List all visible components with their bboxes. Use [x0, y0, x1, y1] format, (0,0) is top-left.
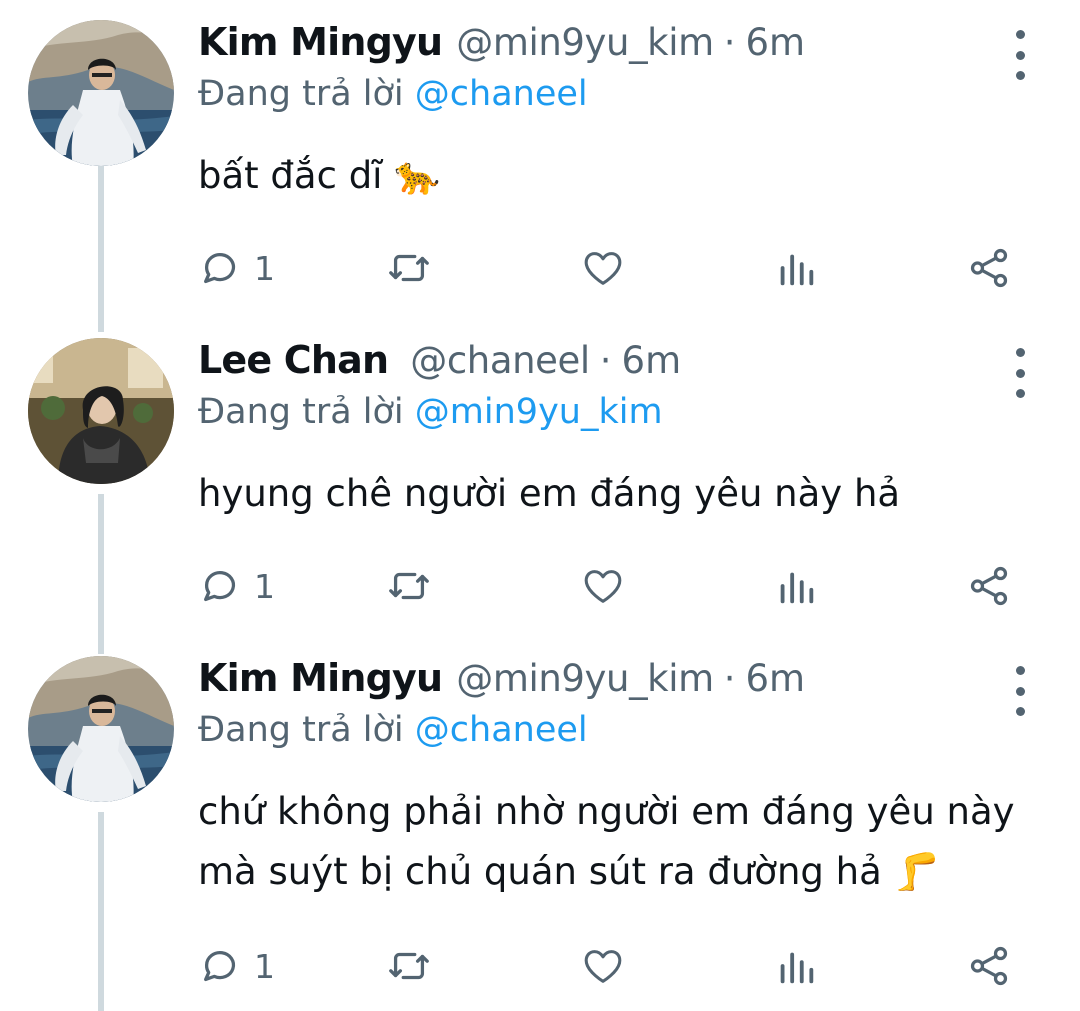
tweet-text: hyung chê người em đáng yêu này hả [198, 464, 1058, 524]
chan-avatar-image [28, 338, 174, 484]
retweet-icon [389, 572, 429, 600]
share-icon [970, 566, 1008, 606]
reply-button[interactable]: 1 [198, 238, 275, 298]
avatar[interactable] [28, 338, 174, 484]
separator-dot: · [723, 657, 736, 700]
more-options-icon[interactable] [1000, 348, 1040, 398]
replying-label: Đang trả lời [198, 74, 404, 114]
reply-button[interactable]: 1 [198, 936, 275, 996]
replying-label: Đang trả lời [198, 710, 404, 750]
retweet-button[interactable] [386, 936, 432, 996]
tweet[interactable]: Kim Mingyu @min9yu_kim · 6m Đang trả lời… [0, 656, 1080, 1011]
reply-button[interactable]: 1 [198, 556, 275, 616]
like-button[interactable] [580, 936, 626, 996]
tweet-body: Kim Mingyu @min9yu_kim · 6m Đang trả lời… [198, 20, 1080, 206]
heart-icon [584, 570, 622, 603]
more-options-icon[interactable] [1000, 30, 1040, 80]
share-button[interactable] [966, 238, 1012, 298]
reply-count: 1 [254, 566, 275, 606]
share-button[interactable] [966, 936, 1012, 996]
tweet[interactable]: Kim Mingyu @min9yu_kim · 6m Đang trả lời… [0, 20, 1080, 320]
tweet-header: Lee Chan @chaneel · 6m [198, 338, 1080, 390]
reply-icon [204, 571, 236, 602]
reply-icon [204, 951, 236, 982]
user-handle[interactable]: @min9yu_kim [456, 21, 714, 64]
like-button[interactable] [580, 556, 626, 616]
user-handle[interactable]: @min9yu_kim [456, 657, 714, 700]
separator-dot: · [599, 339, 612, 382]
retweet-button[interactable] [386, 238, 432, 298]
analytics-icon [780, 254, 814, 286]
timestamp[interactable]: 6m [746, 657, 806, 700]
mingyu-avatar-image [28, 656, 174, 802]
tweet-text: chứ không phải nhờ người em đáng yêu này… [198, 782, 1058, 902]
reply-count: 1 [254, 248, 275, 288]
reply-thread: Kim Mingyu @min9yu_kim · 6m Đang trả lời… [0, 0, 1080, 1011]
display-name[interactable]: Lee Chan [198, 338, 389, 382]
replying-to: Đang trả lời @min9yu_kim [198, 392, 1080, 444]
tweet[interactable]: Lee Chan @chaneel · 6m Đang trả lời @min… [0, 338, 1080, 638]
tweet-text: bất đắc dĩ 🐆 [198, 146, 1058, 206]
more-options-icon[interactable] [1000, 666, 1040, 716]
tweet-actions: 1 [198, 936, 1018, 996]
retweet-button[interactable] [386, 556, 432, 616]
views-button[interactable] [773, 556, 819, 616]
timestamp[interactable]: 6m [622, 339, 682, 382]
analytics-icon [780, 572, 814, 604]
avatar[interactable] [28, 656, 174, 802]
avatar[interactable] [28, 20, 174, 166]
tweet-text-line: mà suýt bị chủ quán sút ra đường hả 🦵 [198, 850, 940, 893]
analytics-icon [780, 952, 814, 984]
tweet-header: Kim Mingyu @min9yu_kim · 6m [198, 20, 1080, 72]
like-button[interactable] [580, 238, 626, 298]
share-icon [970, 248, 1008, 288]
tweet-header: Kim Mingyu @min9yu_kim · 6m [198, 656, 1080, 708]
heart-icon [584, 252, 622, 285]
display-name[interactable]: Kim Mingyu [198, 20, 443, 64]
mention-link[interactable]: @chaneel [415, 710, 588, 750]
display-name[interactable]: Kim Mingyu [198, 656, 443, 700]
tweet-text-line: chứ không phải nhờ người em đáng yêu này [198, 790, 1015, 833]
heart-icon [584, 950, 622, 983]
timestamp[interactable]: 6m [746, 21, 806, 64]
replying-label: Đang trả lời [198, 392, 404, 432]
separator-dot: · [723, 21, 736, 64]
user-handle[interactable]: @chaneel [410, 339, 590, 382]
tweet-actions: 1 [198, 238, 1018, 298]
share-icon [970, 946, 1008, 986]
views-button[interactable] [773, 238, 819, 298]
mention-link[interactable]: @chaneel [415, 74, 588, 114]
tweet-body: Kim Mingyu @min9yu_kim · 6m Đang trả lời… [198, 656, 1080, 902]
share-button[interactable] [966, 556, 1012, 616]
reply-count: 1 [254, 946, 275, 986]
views-button[interactable] [773, 936, 819, 996]
retweet-icon [389, 952, 429, 980]
tweet-actions: 1 [198, 556, 1018, 616]
tweet-text-line: bất đắc dĩ 🐆 [198, 154, 441, 197]
replying-to: Đang trả lời @chaneel [198, 710, 1080, 762]
tweet-text-line: hyung chê người em đáng yêu này hả [198, 472, 901, 515]
tweet-body: Lee Chan @chaneel · 6m Đang trả lời @min… [198, 338, 1080, 524]
reply-icon [204, 253, 236, 284]
retweet-icon [389, 254, 429, 282]
replying-to: Đang trả lời @chaneel [198, 74, 1080, 126]
mingyu-avatar-image [28, 20, 174, 166]
mention-link[interactable]: @min9yu_kim [415, 392, 663, 432]
